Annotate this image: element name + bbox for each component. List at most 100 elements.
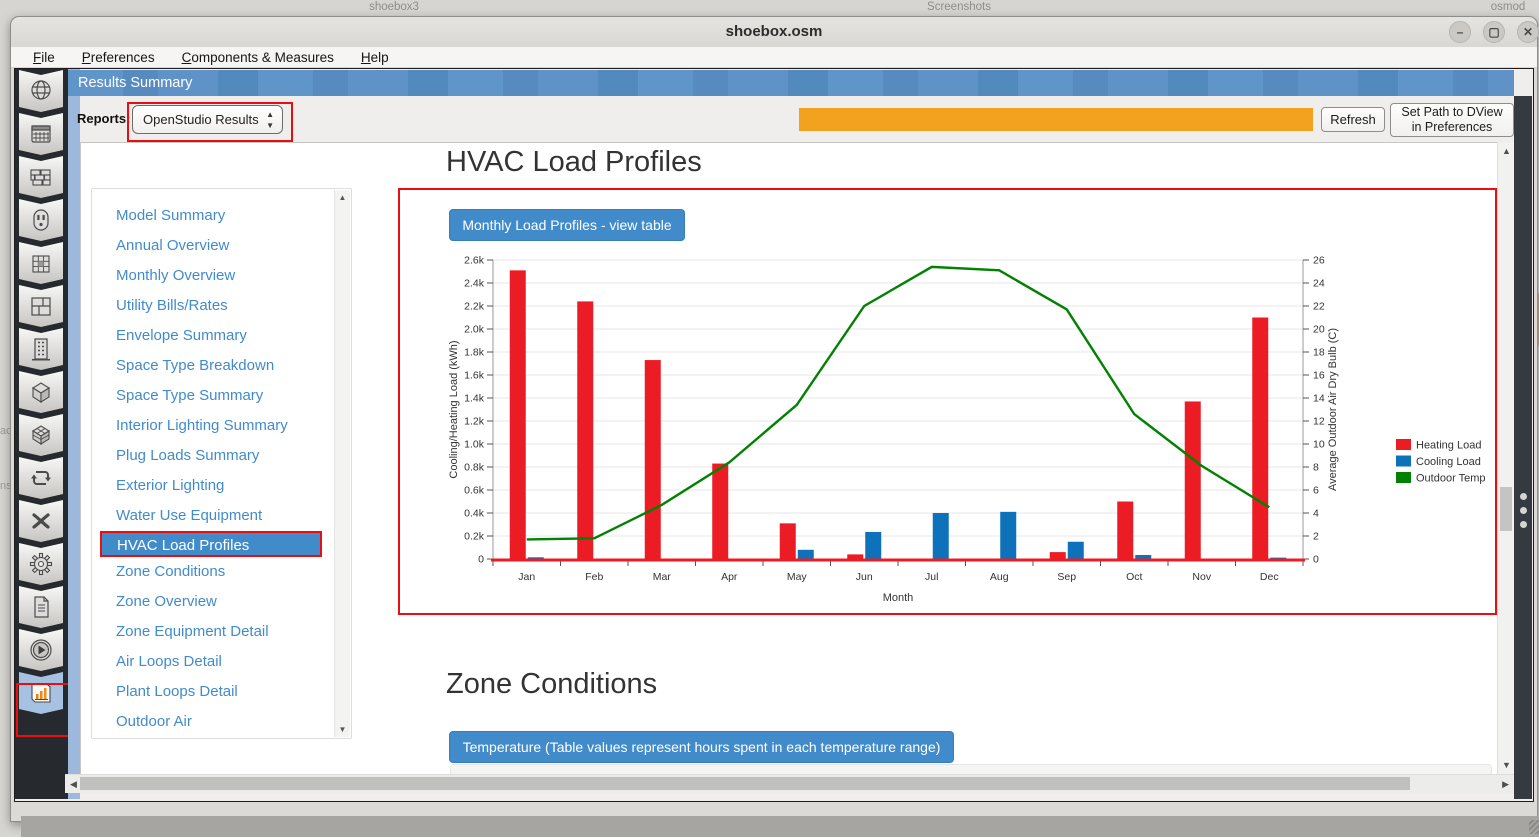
svg-text:Cooling Load: Cooling Load [1416,456,1481,468]
temperature-table-button[interactable]: Temperature (Table values represent hour… [449,731,954,763]
tab-simulation-settings[interactable] [19,543,63,585]
tab-spaces[interactable] [19,371,63,413]
svg-text:0.2k: 0.2k [464,531,485,543]
nav-item-monthly-overview[interactable]: Monthly Overview [92,261,351,291]
main-content: Results Summary Reports: OpenStudio Resu… [14,68,1534,802]
hvac-load-chart: 00.2k0.4k0.6k0.8k1.0k1.2k1.4k1.6k1.8k2.0… [443,247,1497,609]
svg-text:Cooling/Heating Load (kWh): Cooling/Heating Load (kWh) [448,340,460,478]
tab-geometry[interactable] [19,285,63,327]
svg-text:26: 26 [1313,255,1325,267]
selected-tab-strip [68,69,80,799]
scroll-up-icon[interactable]: ▲ [1502,146,1511,156]
svg-text:2.2k: 2.2k [464,301,485,313]
nav-item-space-type-breakdown[interactable]: Space Type Breakdown [92,351,351,381]
tab-results-summary[interactable] [19,672,63,714]
tab-run-simulation[interactable] [19,629,63,671]
floorplan-icon [26,291,56,321]
svg-text:Nov: Nov [1192,571,1211,583]
report-nav-panel: Model SummaryAnnual OverviewMonthly Over… [91,188,352,739]
dview-button-line2: in Preferences [1412,120,1493,135]
background-window-title: osmod [1478,1,1538,13]
globe-icon [26,76,56,106]
svg-text:2: 2 [1313,531,1319,543]
tab-schedules[interactable] [19,113,63,155]
nav-item-space-type-summary[interactable]: Space Type Summary [92,381,351,411]
nav-item-exterior-lighting[interactable]: Exterior Lighting [92,471,351,501]
report-nav-list: Model SummaryAnnual OverviewMonthly Over… [92,201,351,737]
scroll-down-icon[interactable]: ▼ [1502,760,1511,770]
menu-components-measures[interactable]: Components & Measures [182,50,334,65]
tab-constructions[interactable] [19,156,63,198]
horizontal-scrollbar[interactable]: ◀ ▶ [65,774,1514,793]
menu-file[interactable]: File [33,50,55,65]
rubik-cube-icon [26,248,56,278]
nav-item-interior-lighting-summary[interactable]: Interior Lighting Summary [92,411,351,441]
minimize-button[interactable]: – [1449,21,1471,43]
tab-facility[interactable] [19,328,63,370]
svg-text:Month: Month [883,592,914,604]
scroll-up-icon[interactable]: ▲ [335,193,350,202]
zone-table-top-edge [450,764,1492,774]
bricks-icon [26,162,56,192]
calendar-icon [26,119,56,149]
tab-space-types[interactable] [19,242,63,284]
svg-text:Jul: Jul [925,571,938,583]
vertical-scroll-thumb[interactable] [1500,487,1512,531]
horizontal-scroll-thumb[interactable] [80,777,1410,790]
nav-item-water-use-equipment[interactable]: Water Use Equipment [92,501,351,531]
nav-item-envelope-summary[interactable]: Envelope Summary [92,321,351,351]
nav-item-annual-overview[interactable]: Annual Overview [92,231,351,261]
tab-loads[interactable] [19,199,63,241]
tab-thermal-zones[interactable] [19,414,63,456]
svg-text:0.6k: 0.6k [464,485,485,497]
nav-item-model-summary[interactable]: Model Summary [92,201,351,231]
progress-bar [799,108,1313,131]
nav-scrollbar[interactable]: ▲ ▼ [334,190,350,737]
nav-item-hvac-load-profiles[interactable]: HVAC Load Profiles [100,531,322,557]
scroll-right-icon[interactable]: ▶ [1502,779,1509,790]
svg-text:1.2k: 1.2k [464,416,485,428]
scroll-down-icon[interactable]: ▼ [335,725,350,734]
svg-text:Jun: Jun [856,571,873,583]
svg-text:20: 20 [1313,324,1325,336]
nav-item-air-loops-detail[interactable]: Air Loops Detail [92,647,351,677]
refresh-button[interactable]: Refresh [1321,107,1385,132]
results-web-view: HVAC Load Profiles Model SummaryAnnual O… [80,142,1497,774]
vertical-tab-bar [15,69,68,799]
dview-button-line1: Set Path to DView [1401,105,1502,120]
window-titlebar[interactable]: shoebox.osm – ▢ ✕ [11,17,1537,47]
vertical-scrollbar[interactable]: ▲ ▼ [1497,142,1515,774]
tab-site[interactable] [19,70,63,112]
scroll-left-icon[interactable]: ◀ [70,779,77,790]
tab-hvac-systems[interactable] [19,457,63,499]
nav-item-utility-bills-rates[interactable]: Utility Bills/Rates [92,291,351,321]
tab-output-variables[interactable] [19,500,63,542]
splitter-grip-icon[interactable] [1514,486,1532,535]
scroll-icon [26,592,56,622]
svg-text:24: 24 [1313,278,1325,290]
maximize-button[interactable]: ▢ [1483,21,1505,43]
nav-item-zone-overview[interactable]: Zone Overview [92,587,351,617]
set-path-dview-button[interactable]: Set Path to DView in Preferences [1390,103,1514,137]
nav-item-zone-equipment-detail[interactable]: Zone Equipment Detail [92,617,351,647]
nav-item-plug-loads-summary[interactable]: Plug Loads Summary [92,441,351,471]
loop-arrows-icon [26,463,56,493]
menu-help[interactable]: Help [361,50,389,65]
svg-text:1.8k: 1.8k [464,347,485,359]
right-splitter-panel[interactable] [1514,96,1532,799]
resize-grip-icon[interactable] [1529,820,1539,834]
svg-text:Outdoor Temp: Outdoor Temp [1416,473,1486,485]
nav-item-plant-loops-detail[interactable]: Plant Loops Detail [92,677,351,707]
menu-preferences[interactable]: Preferences [82,50,155,65]
nav-item-zone-conditions[interactable]: Zone Conditions [92,557,351,587]
svg-text:Oct: Oct [1126,571,1142,583]
svg-text:Dec: Dec [1260,571,1279,583]
x-variables-icon [26,506,56,536]
nav-item-outdoor-air[interactable]: Outdoor Air [92,707,351,737]
monthly-load-profiles-button[interactable]: Monthly Load Profiles - view table [449,209,685,241]
reports-dropdown[interactable]: OpenStudio Results ▲▼ [132,105,283,134]
svg-text:Heating Load: Heating Load [1416,440,1481,452]
gear-icon [26,549,56,579]
tab-measures[interactable] [19,586,63,628]
close-button[interactable]: ✕ [1517,21,1539,43]
